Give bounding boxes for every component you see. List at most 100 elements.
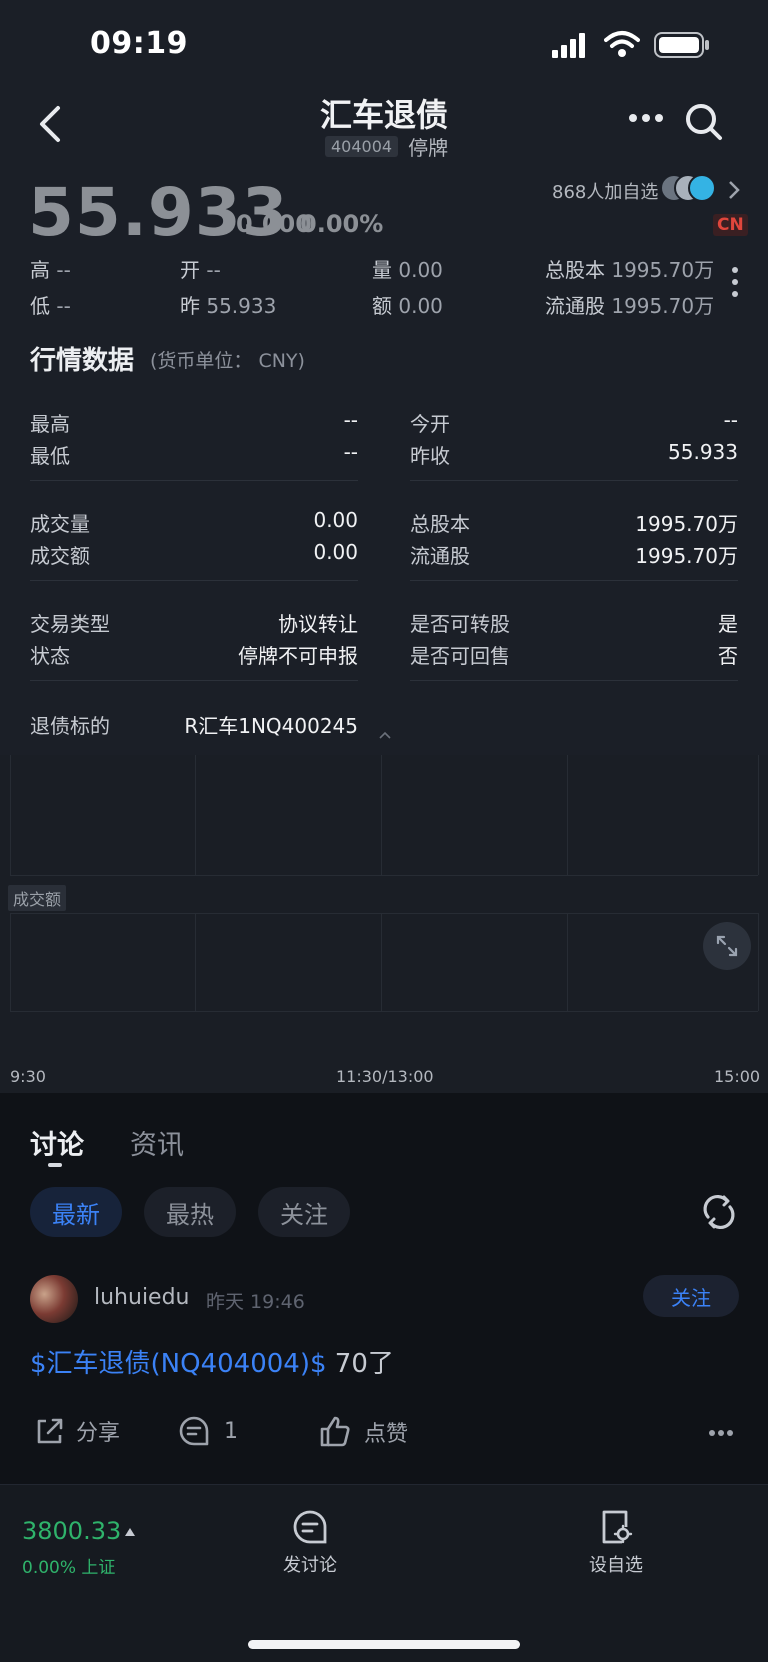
like-button[interactable]: 点赞 bbox=[318, 1415, 408, 1449]
share-label: 分享 bbox=[76, 1421, 121, 1446]
data-label: 最低 bbox=[30, 444, 70, 468]
data-value: 协议转让 bbox=[278, 612, 358, 636]
post-discussion-label: 发讨论 bbox=[283, 1555, 337, 1576]
data-value: 否 bbox=[718, 644, 738, 668]
data-value: 1995.70万 bbox=[635, 544, 738, 568]
filter-hot[interactable]: 最热 bbox=[144, 1187, 236, 1237]
data-label: 成交额 bbox=[30, 544, 90, 568]
add-watchlist-label: 设自选 bbox=[589, 1555, 643, 1576]
avatar bbox=[688, 174, 716, 202]
post-content: $汇车退债(NQ404004)$ 70了 bbox=[30, 1343, 394, 1380]
market-badge: CN bbox=[713, 214, 748, 236]
stat-float-shares: 流通股 1995.70万 bbox=[545, 294, 715, 318]
watchlist-icon bbox=[598, 1509, 634, 1545]
x-axis-mid: 11:30/13:00 bbox=[336, 1067, 434, 1086]
data-label: 流通股 bbox=[410, 544, 470, 568]
stat-volume: 量 0.00 bbox=[372, 258, 443, 282]
post-discussion-button[interactable]: 发讨论 bbox=[270, 1509, 350, 1577]
divider bbox=[410, 680, 738, 681]
stat-amount: 额 0.00 bbox=[372, 294, 443, 318]
follow-button[interactable]: 关注 bbox=[643, 1275, 739, 1317]
status-time: 09:19 bbox=[90, 26, 188, 61]
section-title: 行情数据 bbox=[30, 346, 135, 376]
data-value: 0.00 bbox=[313, 508, 358, 532]
kebab-icon[interactable] bbox=[731, 266, 739, 298]
comment-icon bbox=[178, 1415, 210, 1447]
x-axis-start: 9:30 bbox=[10, 1067, 46, 1086]
post-time: 昨天 19:46 bbox=[206, 1291, 305, 1313]
home-indicator bbox=[248, 1640, 520, 1649]
data-value: 1995.70万 bbox=[635, 512, 738, 536]
stat-prev: 昨 55.933 bbox=[180, 294, 277, 318]
comment-button[interactable]: 1 bbox=[178, 1415, 238, 1447]
quote-panel: 09:19 汇车退债 404004 停牌 55.933 0.000 0.00% … bbox=[0, 0, 768, 755]
compose-icon bbox=[292, 1509, 328, 1545]
data-value: 是 bbox=[718, 612, 738, 636]
stat-open: 开 -- bbox=[180, 258, 221, 282]
stat-total-shares: 总股本 1995.70万 bbox=[545, 258, 715, 282]
filter-following[interactable]: 关注 bbox=[258, 1187, 350, 1237]
bottom-bar: 3800.33 0.00% 上证 发讨论 设自选 bbox=[0, 1484, 768, 1662]
index-value[interactable]: 3800.33 bbox=[22, 1517, 121, 1545]
divider bbox=[30, 680, 358, 681]
post-username[interactable]: luhuiedu bbox=[94, 1285, 190, 1310]
filter-latest[interactable]: 最新 bbox=[30, 1187, 122, 1237]
tab-discussion[interactable]: 讨论 bbox=[30, 1123, 84, 1162]
tab-indicator bbox=[48, 1163, 62, 1167]
data-label: 交易类型 bbox=[30, 612, 110, 636]
divider bbox=[410, 480, 738, 481]
search-icon[interactable] bbox=[684, 102, 724, 142]
underlying-label: 退债标的 bbox=[30, 714, 110, 738]
battery-icon bbox=[654, 32, 710, 58]
intraday-chart[interactable]: 成交额 9:30 11:30/13:00 15:00 bbox=[0, 755, 768, 1093]
divider bbox=[30, 480, 358, 481]
stat-high: 高 -- bbox=[30, 258, 71, 282]
expand-icon bbox=[714, 933, 740, 959]
security-code: 404004 bbox=[325, 136, 399, 157]
triangle-up-icon bbox=[124, 1527, 136, 1537]
data-value: -- bbox=[723, 408, 738, 432]
thumbs-up-icon bbox=[318, 1415, 352, 1449]
data-label: 是否可转股 bbox=[410, 612, 510, 636]
chevron-up-icon[interactable] bbox=[378, 730, 392, 740]
trading-status: 停牌 bbox=[408, 136, 449, 160]
expand-chart-button[interactable] bbox=[703, 922, 751, 970]
tab-news[interactable]: 资讯 bbox=[130, 1123, 184, 1162]
avatar[interactable] bbox=[30, 1275, 78, 1323]
wifi-icon bbox=[604, 30, 640, 58]
data-value: 停牌不可申报 bbox=[238, 644, 358, 668]
x-axis-end: 15:00 bbox=[714, 1067, 761, 1086]
data-label: 总股本 bbox=[410, 512, 470, 536]
data-label: 昨收 bbox=[410, 444, 450, 468]
security-subtitle: 404004 停牌 bbox=[325, 132, 448, 161]
index-change: 0.00% 上证 bbox=[22, 1558, 116, 1578]
volume-tag: 成交额 bbox=[8, 885, 67, 911]
data-value: 0.00 bbox=[313, 540, 358, 564]
divider bbox=[30, 580, 358, 581]
data-label: 今开 bbox=[410, 412, 450, 436]
post-more-icon[interactable] bbox=[708, 1429, 734, 1437]
watcher-avatars bbox=[660, 174, 718, 202]
watchers-count[interactable]: 868人加自选 bbox=[552, 178, 658, 204]
signal-icon bbox=[552, 32, 594, 58]
share-icon bbox=[34, 1415, 66, 1447]
chevron-right-icon[interactable] bbox=[728, 180, 740, 200]
data-label: 成交量 bbox=[30, 512, 90, 536]
currency-note: (货币单位： CNY) bbox=[150, 350, 305, 372]
stock-tag[interactable]: $汇车退债(NQ404004)$ bbox=[30, 1349, 327, 1379]
data-label: 最高 bbox=[30, 412, 70, 436]
data-label: 状态 bbox=[30, 644, 70, 668]
divider bbox=[410, 580, 738, 581]
price-change-pct: 0.00% bbox=[300, 210, 384, 238]
underlying-value: R汇车1NQ400245 bbox=[184, 714, 358, 738]
data-value: 55.933 bbox=[668, 440, 738, 464]
data-label: 是否可回售 bbox=[410, 644, 510, 668]
stat-low: 低 -- bbox=[30, 294, 71, 318]
comment-count: 1 bbox=[224, 1418, 238, 1444]
like-label: 点赞 bbox=[364, 1422, 409, 1447]
add-watchlist-button[interactable]: 设自选 bbox=[576, 1509, 656, 1577]
refresh-icon[interactable] bbox=[700, 1193, 738, 1231]
share-button[interactable]: 分享 bbox=[34, 1415, 120, 1447]
post-text: 70了 bbox=[326, 1349, 394, 1379]
more-icon[interactable] bbox=[628, 112, 664, 124]
